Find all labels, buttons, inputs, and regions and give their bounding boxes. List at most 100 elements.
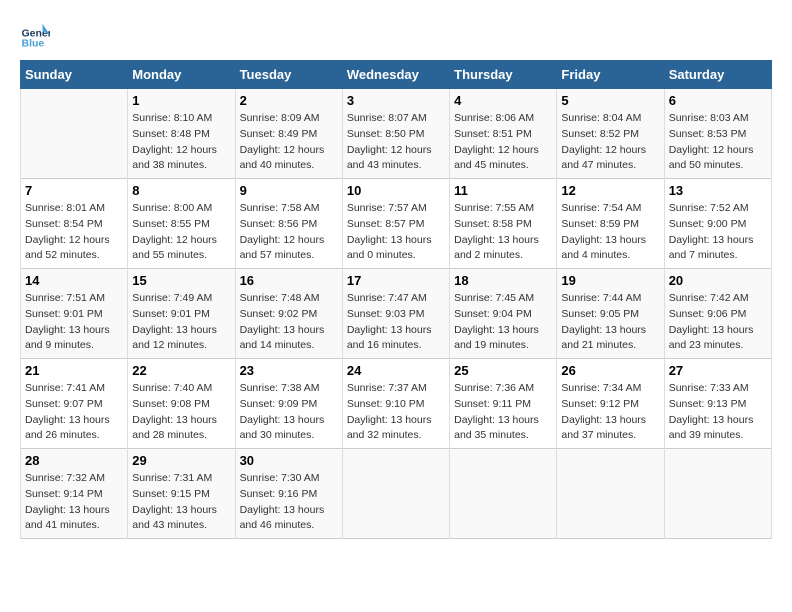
day-info: Sunrise: 7:41 AM Sunset: 9:07 PM Dayligh…	[25, 381, 123, 444]
day-cell: 16 Sunrise: 7:48 AM Sunset: 9:02 PM Dayli…	[235, 269, 342, 359]
day-info: Sunrise: 7:33 AM Sunset: 9:13 PM Dayligh…	[669, 381, 767, 444]
day-cell: 4 Sunrise: 8:06 AM Sunset: 8:51 PM Daylig…	[450, 89, 557, 179]
page-header: General Blue	[20, 20, 772, 50]
day-info: Sunrise: 7:32 AM Sunset: 9:14 PM Dayligh…	[25, 471, 123, 534]
day-cell	[450, 449, 557, 539]
day-number: 23	[240, 363, 338, 378]
week-row-3: 14 Sunrise: 7:51 AM Sunset: 9:01 PM Dayli…	[21, 269, 772, 359]
day-cell: 18 Sunrise: 7:45 AM Sunset: 9:04 PM Dayli…	[450, 269, 557, 359]
day-cell: 9 Sunrise: 7:58 AM Sunset: 8:56 PM Daylig…	[235, 179, 342, 269]
day-number: 25	[454, 363, 552, 378]
day-cell	[21, 89, 128, 179]
day-cell: 15Sunrise: 7:49 AM Sunset: 9:01 PM Dayli…	[128, 269, 235, 359]
day-info: Sunrise: 7:57 AM Sunset: 8:57 PM Dayligh…	[347, 201, 445, 264]
day-cell: 17 Sunrise: 7:47 AM Sunset: 9:03 PM Dayli…	[342, 269, 449, 359]
day-cell	[664, 449, 771, 539]
week-row-2: 7 Sunrise: 8:01 AM Sunset: 8:54 PM Daylig…	[21, 179, 772, 269]
day-info: Sunrise: 7:48 AM Sunset: 9:02 PM Dayligh…	[240, 291, 338, 354]
day-cell: 3Sunrise: 8:07 AM Sunset: 8:50 PM Daylig…	[342, 89, 449, 179]
svg-text:Blue: Blue	[22, 37, 45, 49]
day-info: Sunrise: 8:10 AM Sunset: 8:48 PM Dayligh…	[132, 111, 230, 174]
day-number: 10	[347, 183, 445, 198]
day-cell: 21Sunrise: 7:41 AM Sunset: 9:07 PM Dayli…	[21, 359, 128, 449]
day-info: Sunrise: 7:45 AM Sunset: 9:04 PM Dayligh…	[454, 291, 552, 354]
day-number: 26	[561, 363, 659, 378]
day-number: 7	[25, 183, 123, 198]
day-cell: 22 Sunrise: 7:40 AM Sunset: 9:08 PM Dayli…	[128, 359, 235, 449]
day-number: 5	[561, 93, 659, 108]
day-number: 2	[240, 93, 338, 108]
day-info: Sunrise: 8:06 AM Sunset: 8:51 PM Dayligh…	[454, 111, 552, 174]
day-info: Sunrise: 7:55 AM Sunset: 8:58 PM Dayligh…	[454, 201, 552, 264]
day-cell: 14 Sunrise: 7:51 AM Sunset: 9:01 PM Dayli…	[21, 269, 128, 359]
day-number: 6	[669, 93, 767, 108]
header-cell-sunday: Sunday	[21, 61, 128, 89]
day-cell: 24 Sunrise: 7:37 AM Sunset: 9:10 PM Dayli…	[342, 359, 449, 449]
day-number: 20	[669, 273, 767, 288]
day-number: 22	[132, 363, 230, 378]
day-info: Sunrise: 7:58 AM Sunset: 8:56 PM Dayligh…	[240, 201, 338, 264]
day-number: 3	[347, 93, 445, 108]
calendar-table: SundayMondayTuesdayWednesdayThursdayFrid…	[20, 60, 772, 539]
day-cell: 13Sunrise: 7:52 AM Sunset: 9:00 PM Dayli…	[664, 179, 771, 269]
day-number: 12	[561, 183, 659, 198]
calendar-body: 1Sunrise: 8:10 AM Sunset: 8:48 PM Daylig…	[21, 89, 772, 539]
header-row: SundayMondayTuesdayWednesdayThursdayFrid…	[21, 61, 772, 89]
day-info: Sunrise: 7:36 AM Sunset: 9:11 PM Dayligh…	[454, 381, 552, 444]
day-cell: 1Sunrise: 8:10 AM Sunset: 8:48 PM Daylig…	[128, 89, 235, 179]
day-number: 19	[561, 273, 659, 288]
day-info: Sunrise: 7:47 AM Sunset: 9:03 PM Dayligh…	[347, 291, 445, 354]
header-cell-thursday: Thursday	[450, 61, 557, 89]
day-number: 24	[347, 363, 445, 378]
day-info: Sunrise: 7:30 AM Sunset: 9:16 PM Dayligh…	[240, 471, 338, 534]
day-info: Sunrise: 7:51 AM Sunset: 9:01 PM Dayligh…	[25, 291, 123, 354]
header-cell-wednesday: Wednesday	[342, 61, 449, 89]
day-info: Sunrise: 8:00 AM Sunset: 8:55 PM Dayligh…	[132, 201, 230, 264]
day-number: 11	[454, 183, 552, 198]
day-number: 27	[669, 363, 767, 378]
day-info: Sunrise: 7:37 AM Sunset: 9:10 PM Dayligh…	[347, 381, 445, 444]
day-number: 16	[240, 273, 338, 288]
day-cell: 7 Sunrise: 8:01 AM Sunset: 8:54 PM Daylig…	[21, 179, 128, 269]
day-number: 4	[454, 93, 552, 108]
day-cell: 20 Sunrise: 7:42 AM Sunset: 9:06 PM Dayli…	[664, 269, 771, 359]
day-cell: 23 Sunrise: 7:38 AM Sunset: 9:09 PM Dayli…	[235, 359, 342, 449]
day-number: 14	[25, 273, 123, 288]
week-row-5: 28 Sunrise: 7:32 AM Sunset: 9:14 PM Dayli…	[21, 449, 772, 539]
day-number: 8	[132, 183, 230, 198]
day-number: 9	[240, 183, 338, 198]
day-info: Sunrise: 7:38 AM Sunset: 9:09 PM Dayligh…	[240, 381, 338, 444]
day-number: 30	[240, 453, 338, 468]
day-info: Sunrise: 7:49 AM Sunset: 9:01 PM Dayligh…	[132, 291, 230, 354]
day-number: 28	[25, 453, 123, 468]
day-cell: 29 Sunrise: 7:31 AM Sunset: 9:15 PM Dayli…	[128, 449, 235, 539]
day-number: 18	[454, 273, 552, 288]
day-number: 17	[347, 273, 445, 288]
day-cell: 12 Sunrise: 7:54 AM Sunset: 8:59 PM Dayli…	[557, 179, 664, 269]
logo-icon: General Blue	[20, 20, 50, 50]
day-cell: 2 Sunrise: 8:09 AM Sunset: 8:49 PM Daylig…	[235, 89, 342, 179]
header-cell-monday: Monday	[128, 61, 235, 89]
day-cell: 6 Sunrise: 8:03 AM Sunset: 8:53 PM Daylig…	[664, 89, 771, 179]
day-number: 29	[132, 453, 230, 468]
day-info: Sunrise: 8:04 AM Sunset: 8:52 PM Dayligh…	[561, 111, 659, 174]
day-info: Sunrise: 7:42 AM Sunset: 9:06 PM Dayligh…	[669, 291, 767, 354]
week-row-1: 1Sunrise: 8:10 AM Sunset: 8:48 PM Daylig…	[21, 89, 772, 179]
day-info: Sunrise: 8:01 AM Sunset: 8:54 PM Dayligh…	[25, 201, 123, 264]
day-cell	[557, 449, 664, 539]
day-cell: 27 Sunrise: 7:33 AM Sunset: 9:13 PM Dayli…	[664, 359, 771, 449]
day-cell	[342, 449, 449, 539]
day-info: Sunrise: 8:03 AM Sunset: 8:53 PM Dayligh…	[669, 111, 767, 174]
day-cell: 26Sunrise: 7:34 AM Sunset: 9:12 PM Dayli…	[557, 359, 664, 449]
day-cell: 11 Sunrise: 7:55 AM Sunset: 8:58 PM Dayli…	[450, 179, 557, 269]
day-cell: 19 Sunrise: 7:44 AM Sunset: 9:05 PM Dayli…	[557, 269, 664, 359]
day-info: Sunrise: 8:09 AM Sunset: 8:49 PM Dayligh…	[240, 111, 338, 174]
header-cell-friday: Friday	[557, 61, 664, 89]
day-info: Sunrise: 7:54 AM Sunset: 8:59 PM Dayligh…	[561, 201, 659, 264]
day-info: Sunrise: 7:31 AM Sunset: 9:15 PM Dayligh…	[132, 471, 230, 534]
logo: General Blue	[20, 20, 52, 50]
calendar-header: SundayMondayTuesdayWednesdayThursdayFrid…	[21, 61, 772, 89]
header-cell-saturday: Saturday	[664, 61, 771, 89]
day-info: Sunrise: 7:40 AM Sunset: 9:08 PM Dayligh…	[132, 381, 230, 444]
day-info: Sunrise: 7:44 AM Sunset: 9:05 PM Dayligh…	[561, 291, 659, 354]
